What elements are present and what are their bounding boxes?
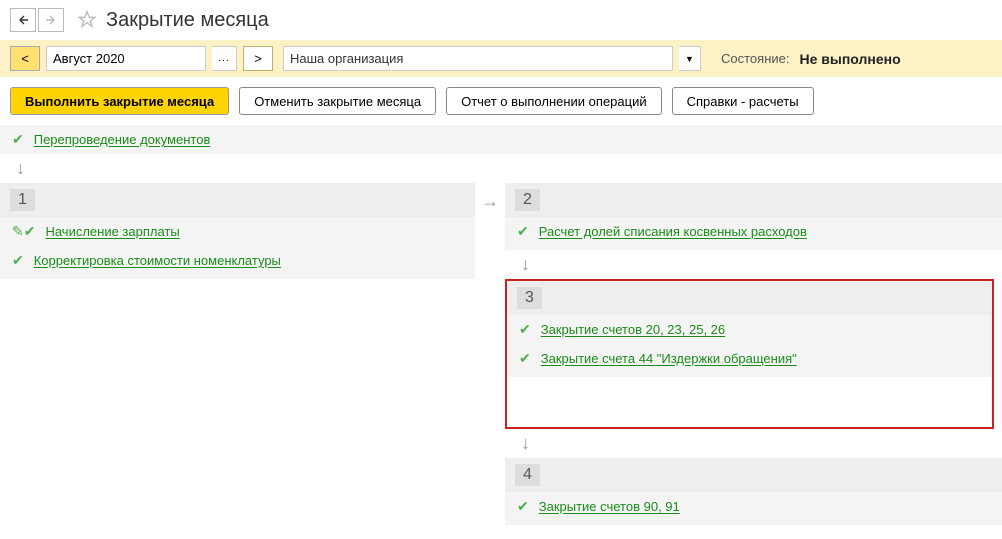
org-select-value: Наша организация	[290, 51, 403, 66]
arrow-right-icon	[45, 14, 57, 26]
check-icon: ✔	[517, 498, 529, 515]
right-arrow-icon: →	[475, 183, 505, 212]
down-arrow-icon: ↓	[0, 154, 1002, 183]
report-button[interactable]: Отчет о выполнении операций	[446, 87, 662, 115]
repost-row: ✔ Перепроведение документов	[0, 125, 1002, 154]
period-bar: < ... > Наша организация ▼ Состояние: Не…	[0, 40, 1002, 77]
cost-adj-link[interactable]: Корректировка стоимости номенклатуры	[34, 253, 281, 268]
cancel-close-button[interactable]: Отменить закрытие месяца	[239, 87, 436, 115]
stage-3-body: ✔ Закрытие счетов 20, 23, 25, 26 ✔ Закры…	[507, 315, 992, 377]
check-icon: ✔	[519, 321, 531, 338]
close-20-row: ✔ Закрытие счетов 20, 23, 25, 26	[507, 315, 992, 344]
stage-2-num: 2	[515, 189, 540, 211]
indirect-link[interactable]: Расчет долей списания косвенных расходов	[539, 224, 807, 239]
column-right: 2 ✔ Расчет долей списания косвенных расх…	[505, 183, 1002, 525]
check-icon: ✔	[12, 252, 24, 269]
stage-2-body: ✔ Расчет долей списания косвенных расход…	[505, 217, 1002, 250]
columns: 1 ✎✔ Начисление зарплаты ✔ Корректировка…	[0, 183, 1002, 525]
repost-link[interactable]: Перепроведение документов	[34, 132, 211, 147]
close-44-link[interactable]: Закрытие счета 44 "Издержки обращения"	[541, 351, 797, 366]
stage-4-body: ✔ Закрытие счетов 90, 91	[505, 492, 1002, 525]
stage-4-num: 4	[515, 464, 540, 486]
period-input[interactable]	[46, 46, 206, 71]
state-label: Состояние:	[721, 51, 789, 66]
payroll-link[interactable]: Начисление зарплаты	[45, 224, 179, 239]
stage-3-header: 3	[507, 281, 992, 315]
check-icon: ✔	[517, 223, 529, 240]
state-value: Не выполнено	[799, 51, 900, 67]
indirect-row: ✔ Расчет долей списания косвенных расход…	[505, 217, 1002, 246]
down-arrow-icon: ↓	[505, 250, 1002, 279]
check-icon: ✔	[519, 350, 531, 367]
forward-button[interactable]	[38, 8, 64, 32]
refs-button[interactable]: Справки - расчеты	[672, 87, 814, 115]
toolbar: Выполнить закрытие месяца Отменить закры…	[0, 77, 1002, 125]
period-prev-button[interactable]: <	[10, 46, 40, 71]
favorite-star-icon[interactable]	[76, 9, 98, 31]
stage-1-body: ✎✔ Начисление зарплаты ✔ Корректировка с…	[0, 217, 475, 279]
cost-adj-row: ✔ Корректировка стоимости номенклатуры	[0, 246, 475, 275]
pencil-check-icon: ✎✔	[12, 223, 35, 240]
column-left: 1 ✎✔ Начисление зарплаты ✔ Корректировка…	[0, 183, 475, 279]
period-next-button[interactable]: >	[243, 46, 273, 71]
close-90-link[interactable]: Закрытие счетов 90, 91	[539, 499, 680, 514]
stage-3-num: 3	[517, 287, 542, 309]
back-button[interactable]	[10, 8, 36, 32]
arrow-left-icon	[17, 14, 29, 26]
stage-4-header: 4	[505, 458, 1002, 492]
page-title: Закрытие месяца	[106, 9, 269, 32]
org-select[interactable]: Наша организация	[283, 46, 673, 71]
stage-2-header: 2	[505, 183, 1002, 217]
check-icon: ✔	[12, 131, 24, 148]
stage-1-header: 1	[0, 183, 475, 217]
down-arrow-icon: ↓	[505, 429, 1002, 458]
stage-3-highlight: 3 ✔ Закрытие счетов 20, 23, 25, 26 ✔ Зак…	[505, 279, 994, 429]
org-dropdown-button[interactable]: ▼	[679, 46, 701, 71]
execute-button[interactable]: Выполнить закрытие месяца	[10, 87, 229, 115]
titlebar: Закрытие месяца	[0, 0, 1002, 40]
stage-1-num: 1	[10, 189, 35, 211]
period-picker-button[interactable]: ...	[212, 46, 237, 71]
column-right-wrap: → 2 ✔ Расчет долей списания косвенных ра…	[475, 183, 1002, 525]
close-44-row: ✔ Закрытие счета 44 "Издержки обращения"	[507, 344, 992, 373]
payroll-row: ✎✔ Начисление зарплаты	[0, 217, 475, 246]
close-20-link[interactable]: Закрытие счетов 20, 23, 25, 26	[541, 322, 725, 337]
close-90-row: ✔ Закрытие счетов 90, 91	[505, 492, 1002, 521]
